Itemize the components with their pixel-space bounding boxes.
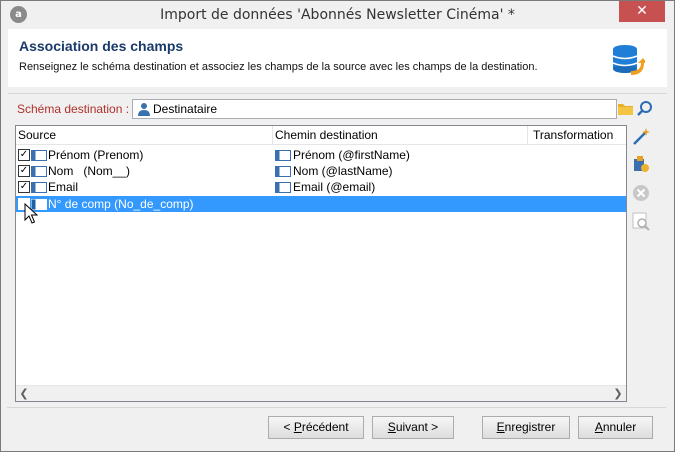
- arrow-left-icon[interactable]: ❮: [16, 386, 32, 402]
- table-row[interactable]: ✓ Prénom (Prenom) Prénom (@firstName): [16, 147, 626, 163]
- add-expression-icon[interactable]: [631, 154, 651, 174]
- delete-icon[interactable]: [631, 183, 651, 203]
- page-description: Renseignez le schéma destination et asso…: [19, 61, 538, 73]
- schema-destination-field[interactable]: Destinataire: [132, 99, 617, 119]
- field-icon: [275, 150, 291, 161]
- window-title: Import de données 'Abonnés Newsletter Ci…: [160, 7, 515, 23]
- next-button[interactable]: Suivant >: [372, 416, 454, 439]
- table-header: Source Chemin destination Transformation: [16, 126, 626, 145]
- column-transformation[interactable]: Transformation: [533, 128, 613, 142]
- page-title: Association des champs: [19, 38, 184, 54]
- source-field: Prénom (Prenom): [48, 148, 144, 162]
- schema-destination-label: Schéma destination :: [17, 102, 130, 116]
- field-icon: [275, 182, 291, 193]
- header-separator: [8, 93, 667, 94]
- field-icon: [31, 166, 47, 177]
- wizard-header: Association des champs Renseignez le sch…: [8, 29, 667, 87]
- table-row[interactable]: ✓ Nom (Nom__) Nom (@lastName): [16, 163, 626, 179]
- destination-field: Email (@email): [293, 180, 376, 194]
- database-import-icon: [612, 45, 645, 75]
- search-icon[interactable]: [636, 100, 654, 118]
- title-bar: a Import de données 'Abonnés Newsletter …: [1, 1, 674, 29]
- source-field: Nom (Nom__): [48, 164, 131, 178]
- close-icon: ✕: [636, 3, 648, 19]
- table-row-selected[interactable]: N° de comp (No_de_comp): [16, 196, 626, 212]
- horizontal-scrollbar[interactable]: ❮ ❯: [16, 385, 626, 401]
- field-mapping-table: Source Chemin destination Transformation…: [15, 125, 627, 402]
- column-divider[interactable]: [527, 126, 528, 145]
- destination-field: Nom (@lastName): [293, 164, 393, 178]
- checkbox-icon[interactable]: ✓: [18, 165, 30, 177]
- column-destination[interactable]: Chemin destination: [275, 128, 378, 142]
- checkbox-icon[interactable]: ✓: [18, 181, 30, 193]
- destination-field: Prénom (@firstName): [293, 148, 410, 162]
- field-icon: [275, 166, 291, 177]
- footer-separator: [7, 407, 666, 408]
- mnemonic: P: [293, 420, 302, 434]
- preview-icon[interactable]: [631, 211, 651, 231]
- source-field: Email: [48, 180, 79, 194]
- checkbox-icon[interactable]: ✓: [18, 149, 30, 161]
- mnemonic: E: [496, 420, 505, 434]
- cursor-icon: [24, 203, 38, 224]
- column-source[interactable]: Source: [18, 128, 56, 142]
- column-divider[interactable]: [272, 126, 273, 145]
- arrow-right-icon[interactable]: ❯: [610, 386, 626, 402]
- previous-button[interactable]: < Précédent: [268, 416, 364, 439]
- field-icon: [31, 182, 47, 193]
- mnemonic: A: [594, 420, 603, 434]
- save-button[interactable]: Enregistrer: [482, 416, 570, 439]
- mnemonic: S: [387, 420, 396, 434]
- source-field: N° de comp (No_de_comp): [48, 197, 194, 211]
- table-row[interactable]: ✓ Email Email (@email): [16, 179, 626, 195]
- field-icon: [31, 150, 47, 161]
- cancel-button[interactable]: Annuler: [578, 416, 653, 439]
- schema-destination-value: Destinataire: [153, 102, 218, 116]
- user-icon: [138, 103, 150, 116]
- folder-icon[interactable]: [617, 101, 634, 117]
- close-button[interactable]: ✕: [619, 1, 665, 22]
- magic-wand-icon[interactable]: [631, 127, 651, 147]
